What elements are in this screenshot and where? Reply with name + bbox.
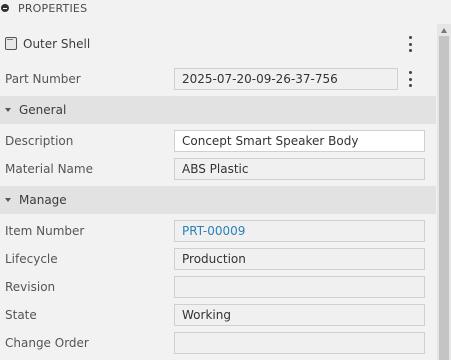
item-number-link[interactable]: PRT-00009 — [174, 220, 425, 242]
material-row: Material Name ABS Plastic — [0, 155, 436, 183]
description-field[interactable]: Concept Smart Speaker Body — [174, 130, 425, 152]
section-general[interactable]: General — [0, 96, 436, 124]
material-field[interactable]: ABS Plastic — [174, 158, 425, 180]
part-number-label: Part Number — [5, 72, 81, 86]
revision-row: Revision — [0, 273, 436, 301]
lifecycle-field[interactable]: Production — [174, 248, 425, 270]
properties-content: Outer Shell Part Number 2025-07-20-09-26… — [0, 24, 436, 360]
panel-title: PROPERTIES — [18, 1, 88, 15]
part-number-field[interactable]: 2025-07-20-09-26-37-756 — [174, 68, 398, 90]
chevron-down-icon — [5, 198, 11, 202]
scroll-thumb[interactable] — [439, 36, 449, 360]
body-icon — [5, 37, 17, 50]
part-number-row: Part Number 2025-07-20-09-26-37-756 — [0, 65, 436, 93]
section-manage[interactable]: Manage — [0, 186, 436, 214]
lifecycle-label: Lifecycle — [5, 252, 58, 266]
section-general-title: General — [19, 103, 67, 117]
vertical-scrollbar[interactable] — [437, 24, 451, 360]
state-field[interactable]: Working — [174, 304, 425, 326]
state-row: State Working — [0, 301, 436, 329]
change-order-row: Change Order — [0, 329, 436, 357]
section-manage-title: Manage — [19, 193, 67, 207]
collapse-icon[interactable] — [1, 4, 9, 12]
change-order-label: Change Order — [5, 336, 89, 350]
item-number-label: Item Number — [5, 224, 85, 238]
properties-header[interactable]: PROPERTIES — [0, 0, 451, 16]
part-number-more-icon[interactable] — [405, 71, 415, 87]
description-row: Description Concept Smart Speaker Body — [0, 127, 436, 155]
lifecycle-row: Lifecycle Production — [0, 245, 436, 273]
change-order-field[interactable] — [174, 332, 425, 354]
revision-field[interactable] — [174, 276, 425, 298]
material-label: Material Name — [5, 162, 93, 176]
revision-label: Revision — [5, 280, 56, 294]
body-row: Outer Shell — [0, 30, 436, 58]
item-number-row: Item Number PRT-00009 — [0, 217, 436, 245]
body-name: Outer Shell — [23, 37, 91, 51]
body-more-icon[interactable] — [405, 36, 415, 52]
chevron-down-icon — [5, 108, 11, 112]
state-label: State — [5, 308, 37, 322]
description-label: Description — [5, 134, 74, 148]
scroll-up-icon[interactable] — [441, 28, 447, 33]
